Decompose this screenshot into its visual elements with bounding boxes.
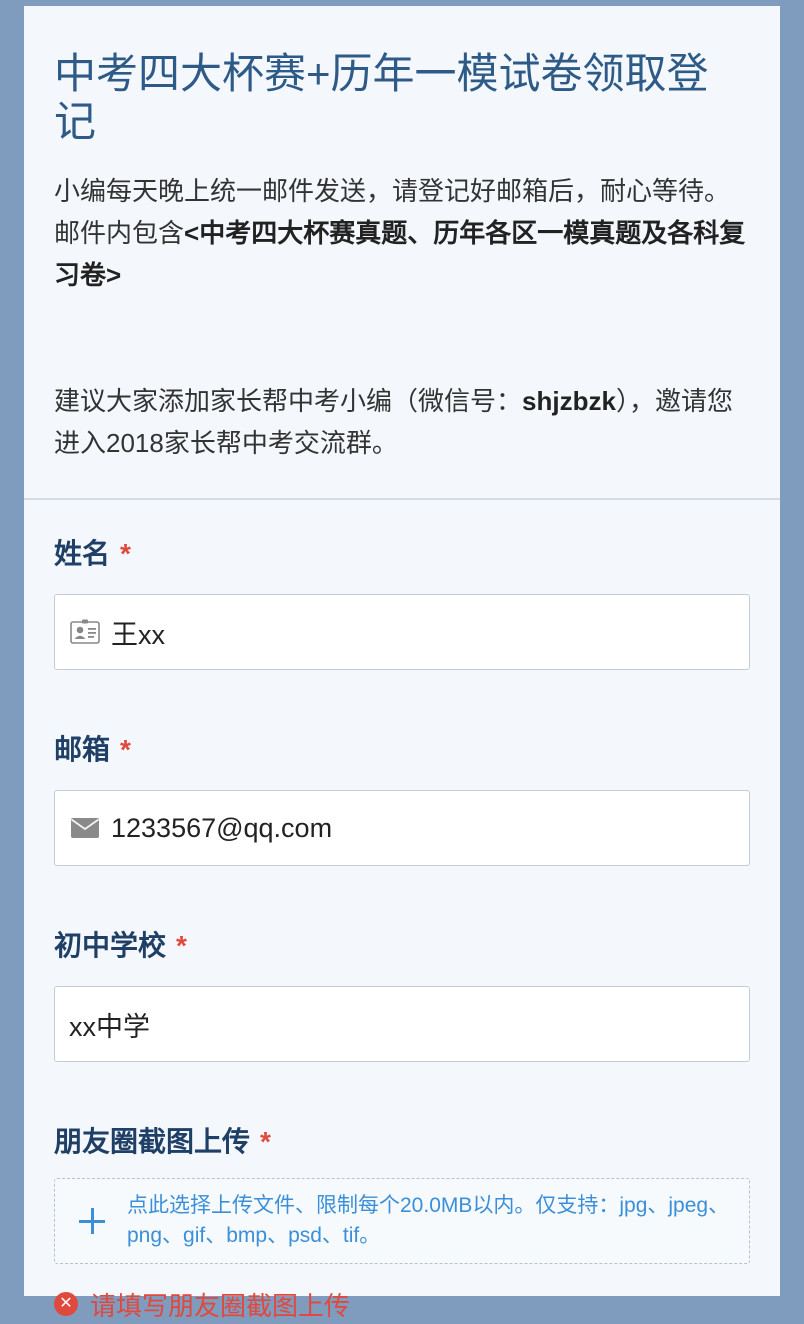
upload-hint: 点此选择上传文件、限制每个20.0MB以内。仅支持：jpg、jpeg、png、g… [127, 1194, 730, 1247]
field-label-email: 邮箱 * [54, 730, 750, 770]
field-label-name: 姓名 * [54, 534, 750, 574]
registration-form: 姓名 * 王xx 邮箱 * 1233567@qq.com 初中学校 * xx中学… [24, 534, 780, 1324]
wechat-note: 建议大家添加家长帮中考小编（微信号：shjzbzk），邀请您进入2018家长帮中… [54, 380, 750, 464]
note-text-pre: 建议大家添加家长帮中考小编（微信号： [54, 386, 523, 416]
field-screenshot: 朋友圈截图上传 * 点此选择上传文件、限制每个20.0MB以内。仅支持：jpg、j… [54, 1122, 750, 1324]
name-value: 王xx [111, 619, 165, 650]
page-title: 中考四大杯赛+历年一模试卷领取登记 [54, 50, 709, 145]
field-email: 邮箱 * 1233567@qq.com [54, 730, 750, 866]
field-name: 姓名 * 王xx [54, 534, 750, 670]
envelope-icon [69, 815, 101, 841]
plus-icon [77, 1206, 107, 1236]
required-mark: * [120, 538, 131, 569]
required-mark: * [176, 930, 187, 961]
name-input[interactable]: 王xx [54, 594, 750, 670]
field-label-school: 初中学校 * [54, 926, 750, 966]
form-card: 中考四大杯赛+历年一模试卷领取登记 小编每天晚上统一邮件发送，请登记好邮箱后，耐… [24, 6, 780, 1321]
label-text: 初中学校 [54, 930, 167, 961]
email-input[interactable]: 1233567@qq.com [54, 790, 750, 866]
label-text: 朋友圈截图上传 [54, 1126, 251, 1157]
form-header: 中考四大杯赛+历年一模试卷领取登记 小编每天晚上统一邮件发送，请登记好邮箱后，耐… [24, 6, 780, 500]
wechat-id: shjzbzk [522, 386, 616, 416]
validation-error: ✕ 请填写朋友圈截图上传 [54, 1284, 750, 1324]
field-school: 初中学校 * xx中学 [54, 926, 750, 1062]
file-upload-area[interactable]: 点此选择上传文件、限制每个20.0MB以内。仅支持：jpg、jpeg、png、g… [54, 1178, 750, 1264]
email-value: 1233567@qq.com [111, 812, 333, 843]
error-icon: ✕ [54, 1292, 78, 1316]
required-mark: * [260, 1126, 271, 1157]
field-label-screenshot: 朋友圈截图上传 * [54, 1122, 750, 1162]
form-description: 小编每天晚上统一邮件发送，请登记好邮箱后，耐心等待。邮件内包含<中考四大杯赛真题… [54, 170, 750, 296]
school-value: xx中学 [69, 1011, 150, 1042]
id-card-icon [69, 619, 101, 645]
required-mark: * [120, 734, 131, 765]
school-input[interactable]: xx中学 [54, 986, 750, 1062]
label-text: 邮箱 [54, 734, 111, 765]
error-message: 请填写朋友圈截图上传 [90, 1290, 351, 1321]
label-text: 姓名 [54, 538, 111, 569]
